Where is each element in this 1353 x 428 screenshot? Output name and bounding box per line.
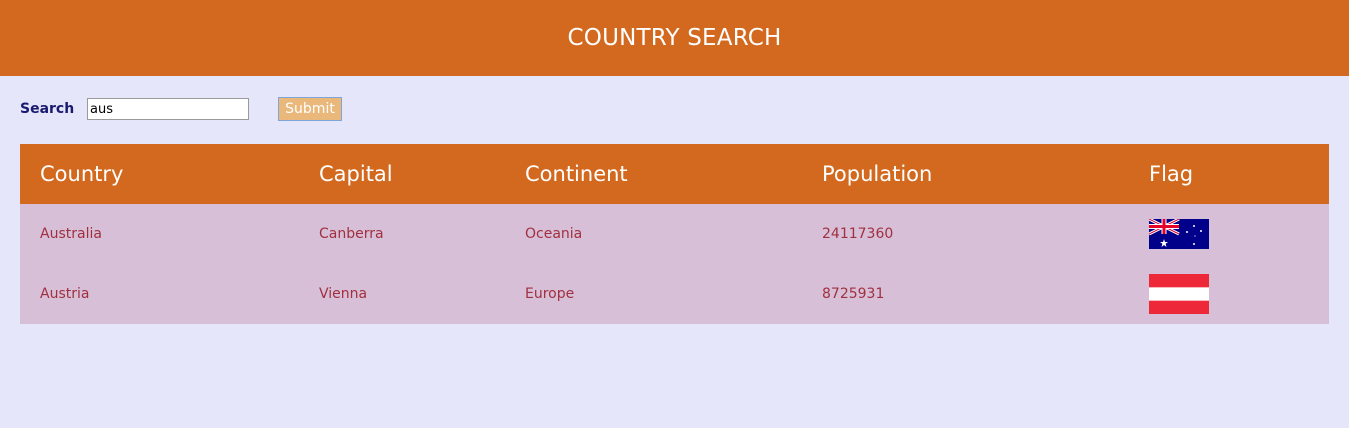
search-label: Search [20,101,75,117]
austria-flag-icon [1149,274,1209,314]
table-header-row: Country Capital Continent Population Fla… [20,144,1329,204]
search-input[interactable] [87,98,249,120]
search-form: Search Submit [20,96,342,122]
cell-country: Austria [20,264,299,324]
australia-flag-icon [1149,219,1209,249]
cell-continent: Europe [505,264,802,324]
cell-population: 8725931 [802,264,1129,324]
scrollbar-gutter [1349,0,1353,428]
cell-country: Australia [20,204,299,264]
page-title: COUNTRY SEARCH [567,25,782,51]
column-header-flag: Flag [1129,144,1329,204]
cell-continent: Oceania [505,204,802,264]
cell-flag [1129,204,1329,264]
cell-capital: Canberra [299,204,505,264]
cell-population: 24117360 [802,204,1129,264]
results-table: Country Capital Continent Population Fla… [20,144,1329,324]
column-header-country: Country [20,144,299,204]
cell-capital: Vienna [299,264,505,324]
page-header: COUNTRY SEARCH [0,0,1349,76]
table-row: Australia Canberra Oceania 24117360 [20,204,1329,264]
submit-button[interactable]: Submit [278,97,342,121]
cell-flag [1129,264,1329,324]
column-header-capital: Capital [299,144,505,204]
column-header-continent: Continent [505,144,802,204]
column-header-population: Population [802,144,1129,204]
table-row: Austria Vienna Europe 8725931 [20,264,1329,324]
